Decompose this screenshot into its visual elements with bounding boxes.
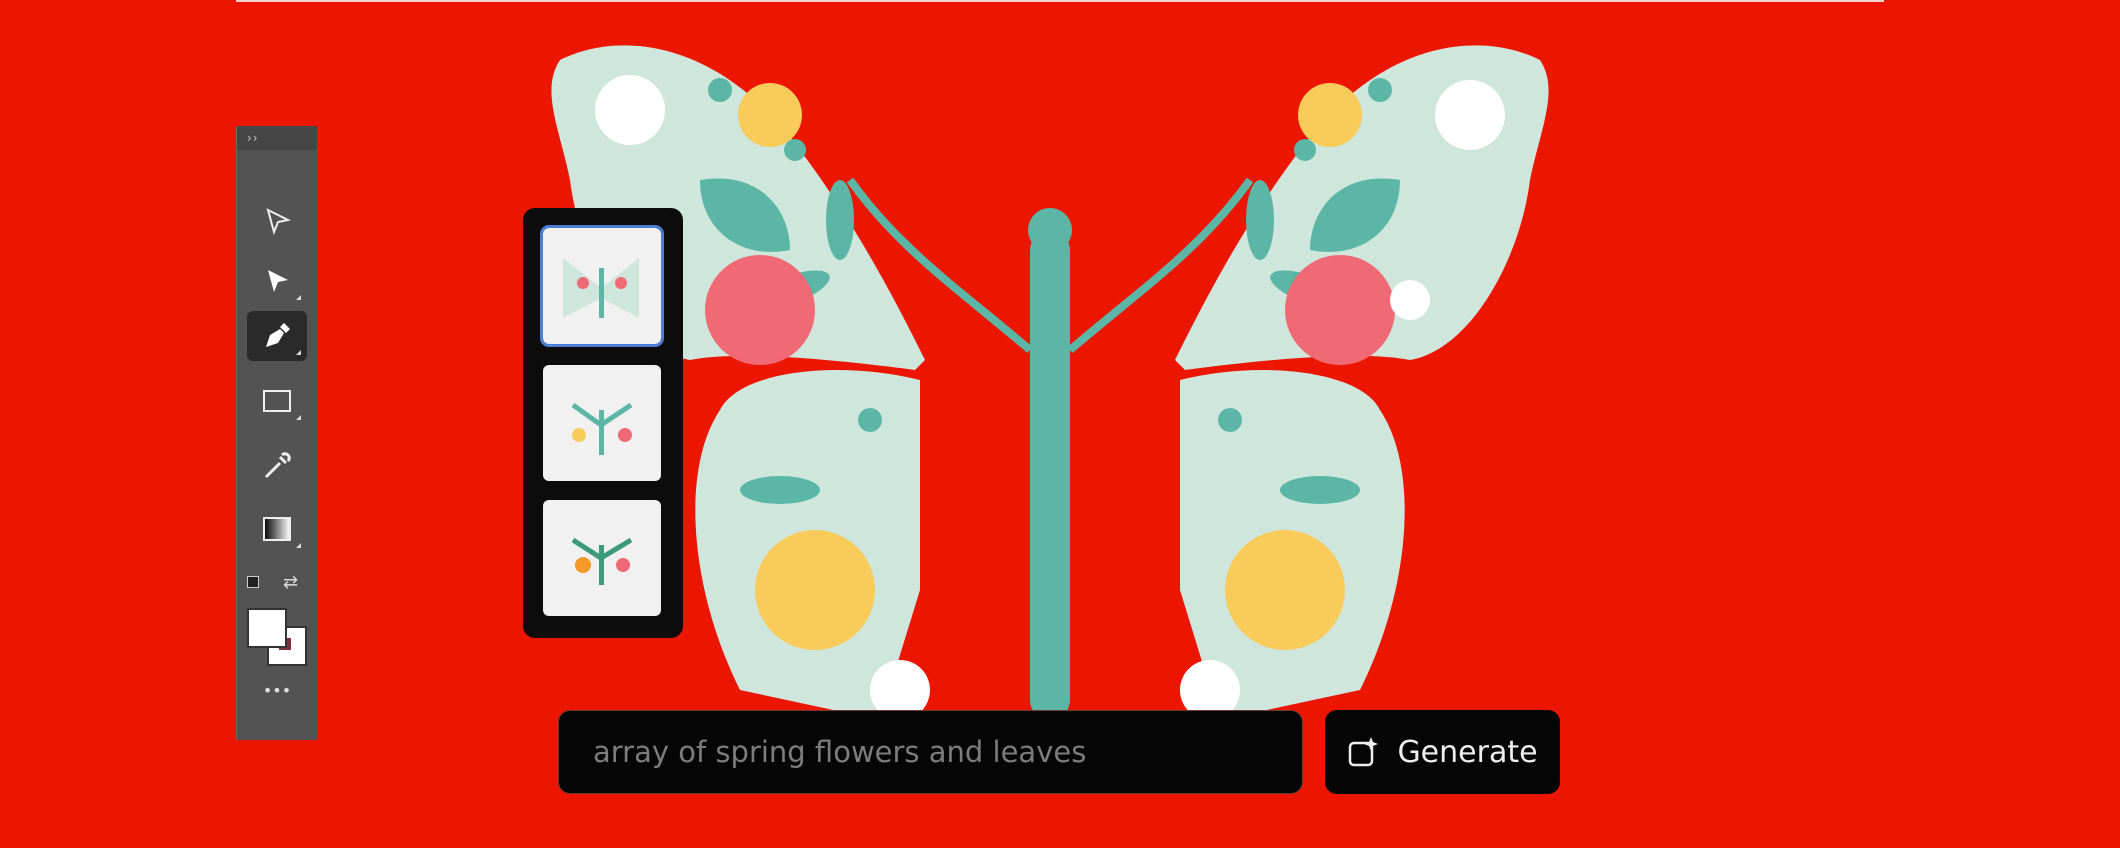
- default-colors-icon[interactable]: [247, 576, 263, 592]
- generative-fill-icon: [1349, 737, 1379, 767]
- pen-icon: [266, 323, 290, 347]
- variations-panel: [523, 208, 683, 638]
- swap-colors-icon[interactable]: ⇄: [283, 572, 298, 593]
- rectangle-tool[interactable]: [247, 376, 307, 426]
- variation-thumbnail[interactable]: [540, 225, 664, 347]
- pen-tool[interactable]: [247, 311, 307, 361]
- collapse-panel-button[interactable]: ››: [237, 126, 317, 150]
- generate-label: Generate: [1397, 734, 1538, 770]
- gradient-tool[interactable]: [247, 504, 307, 554]
- arrow-filled-icon: [268, 270, 288, 292]
- variation-thumbnail[interactable]: [543, 365, 661, 481]
- direct-selection-tool[interactable]: [247, 256, 307, 306]
- selection-tool[interactable]: [247, 196, 307, 246]
- fill-swatch[interactable]: [247, 608, 287, 648]
- generate-button[interactable]: Generate: [1325, 710, 1560, 794]
- eyedropper-icon: [264, 452, 291, 479]
- tools-panel: ›› ⇄ •••: [236, 126, 317, 740]
- variation-thumbnail[interactable]: [543, 500, 661, 616]
- arrow-outline-icon: [266, 208, 292, 236]
- gradient-icon: [263, 517, 291, 541]
- top-divider: [236, 0, 1884, 2]
- prompt-input[interactable]: array of spring flowers and leaves: [558, 710, 1303, 794]
- rectangle-icon: [263, 390, 291, 412]
- more-tools-button[interactable]: •••: [237, 681, 317, 700]
- butterfly-artwork[interactable]: [540, 30, 1560, 720]
- eyedropper-tool[interactable]: [247, 441, 307, 491]
